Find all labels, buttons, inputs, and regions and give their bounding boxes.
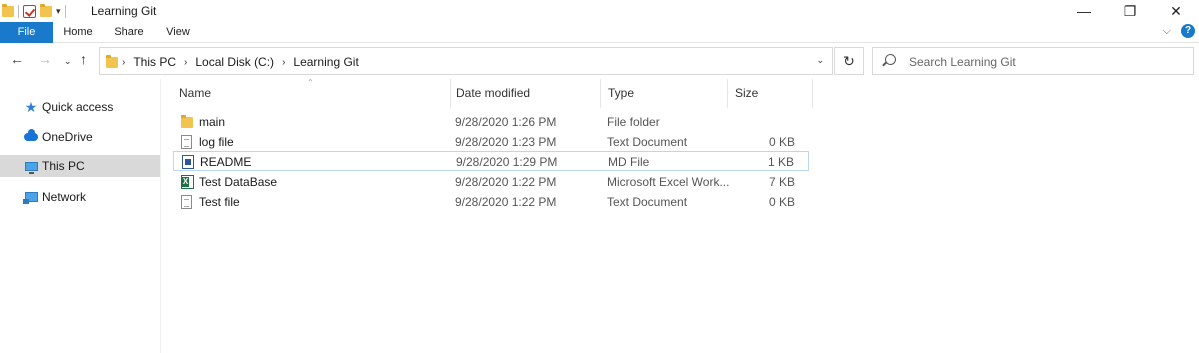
minimize-button[interactable]: —	[1061, 0, 1107, 22]
recent-locations-dropdown[interactable]: ⌄	[64, 56, 72, 67]
sidebar-item-onedrive[interactable]: OneDrive	[0, 126, 160, 148]
computer-icon	[24, 160, 38, 174]
file-type: MD File	[608, 155, 650, 169]
properties-icon[interactable]	[23, 4, 36, 18]
file-name: log file	[199, 135, 234, 149]
customize-toolbar-dropdown[interactable]: ▾	[56, 6, 61, 17]
toolbar-divider	[64, 4, 66, 18]
title-bar: ▾ Learning Git — ❐ ✕	[0, 0, 1199, 22]
address-bar[interactable]: › This PC › Local Disk (C:) › Learning G…	[99, 47, 833, 75]
refresh-button[interactable]: ↻	[834, 47, 864, 75]
file-date: 9/28/2020 1:29 PM	[456, 155, 558, 169]
text-document-icon	[181, 135, 192, 149]
file-row-test-database[interactable]: Test DataBase 9/28/2020 1:22 PM Microsof…	[173, 172, 809, 192]
navigation-pane: ★ Quick access OneDrive This PC Network	[0, 79, 161, 353]
file-type: Microsoft Excel Work...	[607, 175, 730, 189]
ribbon-right-controls: ⌵ ?	[1163, 24, 1195, 38]
sidebar-item-quick-access[interactable]: ★ Quick access	[0, 96, 160, 118]
column-header-type[interactable]: Type	[600, 79, 728, 108]
column-header-name[interactable]: Name	[171, 79, 451, 108]
file-name: README	[200, 155, 252, 169]
tab-share[interactable]: Share	[103, 22, 155, 43]
star-icon: ★	[24, 99, 38, 115]
help-icon[interactable]: ?	[1181, 24, 1195, 38]
column-header-date-modified[interactable]: Date modified	[448, 79, 601, 108]
file-size: 0 KB	[768, 195, 795, 209]
file-row-main[interactable]: main 9/28/2020 1:26 PM File folder	[173, 112, 809, 132]
search-box[interactable]: Search Learning Git	[872, 47, 1194, 75]
sidebar-item-label: OneDrive	[42, 130, 93, 144]
cloud-icon	[24, 129, 38, 143]
breadcrumb-learning-git[interactable]: Learning Git	[293, 55, 358, 69]
new-folder-icon[interactable]	[40, 3, 52, 17]
file-type: Text Document	[607, 195, 688, 209]
file-type: Text Document	[607, 135, 688, 149]
window-controls: — ❐ ✕	[1061, 0, 1199, 22]
tab-file[interactable]: File	[0, 22, 53, 43]
breadcrumb-separator-icon[interactable]: ›	[282, 57, 285, 68]
md-file-icon	[182, 155, 194, 169]
column-header-size[interactable]: Size	[727, 79, 813, 108]
network-icon	[22, 191, 38, 204]
breadcrumb: › This PC › Local Disk (C:) › Learning G…	[122, 55, 359, 69]
back-button[interactable]: ←	[10, 51, 24, 67]
file-date: 9/28/2020 1:26 PM	[455, 115, 557, 129]
restore-button[interactable]: ❐	[1107, 0, 1153, 22]
file-list: ⌃ Name Date modified Type Size main 9/28…	[161, 78, 1199, 353]
up-button[interactable]: ↑	[80, 51, 87, 67]
file-date: 9/28/2020 1:22 PM	[455, 175, 557, 189]
file-row-readme[interactable]: README 9/28/2020 1:29 PM MD File 1 KB	[173, 151, 809, 171]
sidebar-item-label: Network	[42, 190, 87, 204]
tab-view[interactable]: View	[155, 22, 201, 43]
search-input[interactable]: Search Learning Git	[909, 55, 1016, 69]
text-document-icon	[181, 195, 192, 209]
tab-home[interactable]: Home	[53, 22, 103, 43]
breadcrumb-this-pc[interactable]: This PC	[133, 55, 176, 69]
file-size: 0 KB	[768, 135, 795, 149]
close-button[interactable]: ✕	[1153, 0, 1199, 22]
ribbon-tabs: File Home Share View ⌵ ?	[0, 22, 1199, 43]
sidebar-item-this-pc[interactable]: This PC	[0, 155, 160, 177]
window-title: Learning Git	[91, 4, 157, 18]
excel-file-icon	[181, 175, 194, 189]
folder-icon	[106, 55, 118, 68]
forward-button[interactable]: →	[38, 51, 52, 67]
sidebar-item-label: This PC	[42, 159, 85, 173]
file-name: Test file	[199, 195, 240, 209]
file-size: 7 KB	[768, 175, 795, 189]
quick-access-toolbar: ▾	[2, 3, 70, 19]
sidebar-item-network[interactable]: Network	[0, 186, 160, 208]
address-history-dropdown[interactable]: ⌄	[816, 55, 824, 66]
breadcrumb-separator-icon[interactable]: ›	[184, 57, 187, 68]
search-icon	[885, 54, 896, 65]
file-date: 9/28/2020 1:23 PM	[455, 135, 557, 149]
file-name: main	[199, 115, 226, 129]
file-row-test-file[interactable]: Test file 9/28/2020 1:22 PM Text Documen…	[173, 192, 809, 212]
file-name: Test DataBase	[199, 175, 278, 189]
sidebar-item-label: Quick access	[42, 100, 114, 114]
file-row-log-file[interactable]: log file 9/28/2020 1:23 PM Text Document…	[173, 132, 809, 152]
folder-icon	[181, 115, 193, 128]
folder-icon	[2, 3, 14, 17]
toolbar-divider	[18, 4, 19, 18]
file-size: 1 KB	[767, 155, 794, 169]
file-date: 9/28/2020 1:22 PM	[455, 195, 557, 209]
expand-ribbon-chevron-icon[interactable]: ⌵	[1163, 25, 1171, 38]
navigation-bar: ← → ⌄ ↑ › This PC › Local Disk (C:) › Le…	[0, 43, 1199, 79]
breadcrumb-local-disk[interactable]: Local Disk (C:)	[195, 55, 274, 69]
file-type: File folder	[607, 115, 660, 129]
breadcrumb-separator-icon[interactable]: ›	[122, 57, 125, 68]
